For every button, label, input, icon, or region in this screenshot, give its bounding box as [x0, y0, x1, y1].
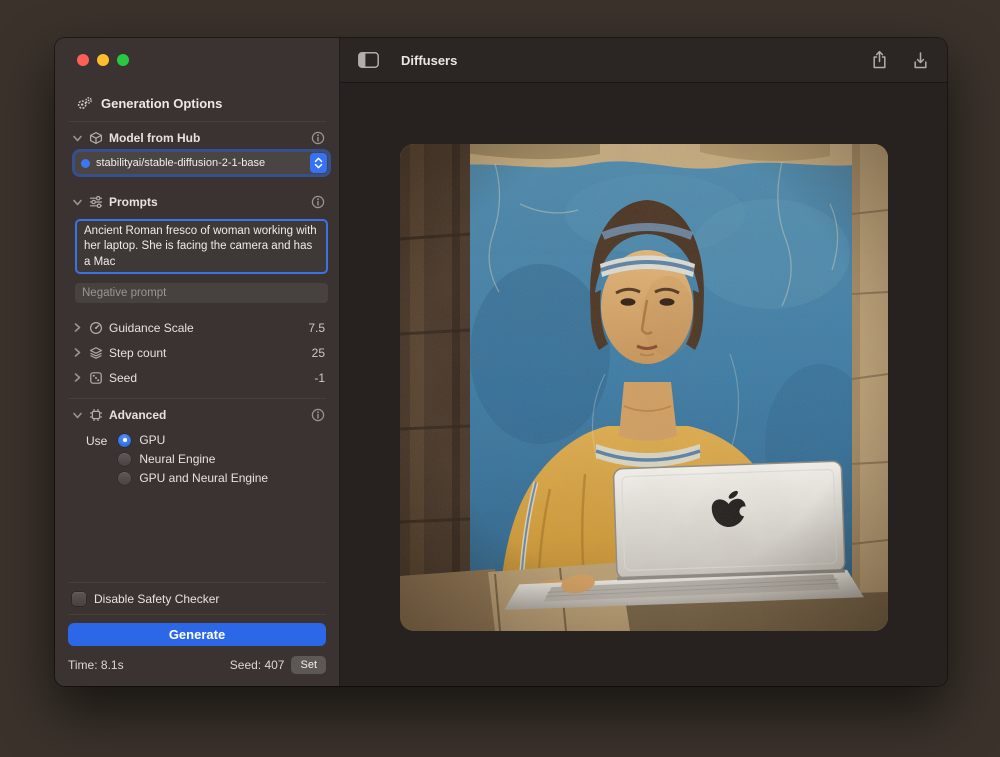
- radio-gpu-label: GPU: [139, 433, 165, 447]
- window-title: Diffusers: [401, 53, 457, 68]
- image-canvas: [340, 83, 947, 686]
- chevron-down-icon: [72, 197, 83, 208]
- prompts-section-row[interactable]: Prompts: [72, 193, 325, 211]
- radio-gpu-and-neural-engine-label: GPU and Neural Engine: [139, 471, 268, 485]
- info-icon[interactable]: [311, 408, 325, 422]
- diffusers-window: Generation Options Model from Hub stabil…: [55, 38, 947, 686]
- info-icon[interactable]: [311, 131, 325, 145]
- download-icon[interactable]: [912, 50, 929, 70]
- cube-icon: [89, 131, 103, 145]
- sidebar: Generation Options Model from Hub stabil…: [55, 38, 340, 686]
- chevron-right-icon: [72, 347, 83, 358]
- seed-value: -1: [314, 371, 325, 385]
- disable-safety-checker-label: Disable Safety Checker: [94, 592, 219, 606]
- titlebar: Diffusers: [340, 38, 947, 83]
- window-controls: [55, 38, 339, 66]
- generated-image: [400, 144, 888, 631]
- fresco-illustration: [400, 144, 888, 631]
- seed-label: Seed: [109, 371, 137, 385]
- main-area: Diffusers: [340, 38, 947, 686]
- status-bar: Time: 8.1s Seed: 407 Set: [68, 656, 326, 674]
- gauge-icon: [89, 321, 103, 335]
- chevron-down-icon: [72, 133, 83, 144]
- generation-options-title: Generation Options: [101, 96, 222, 111]
- checkbox-icon[interactable]: [72, 592, 86, 606]
- info-icon[interactable]: [311, 195, 325, 209]
- stepper-chevrons-icon: [310, 153, 327, 173]
- set-seed-button[interactable]: Set: [291, 656, 326, 674]
- radio-unselected-icon: [118, 453, 131, 466]
- model-select[interactable]: stabilityai/stable-diffusion-2-1-base: [75, 152, 328, 174]
- advanced-section-row[interactable]: Advanced: [72, 406, 325, 424]
- disable-safety-checker-row[interactable]: Disable Safety Checker: [72, 592, 325, 606]
- step-count-label: Step count: [109, 346, 166, 360]
- guidance-scale-label: Guidance Scale: [109, 321, 194, 335]
- prompts-section-label: Prompts: [109, 195, 158, 209]
- minimize-button[interactable]: [97, 54, 109, 66]
- negative-prompt-input[interactable]: [75, 283, 328, 303]
- close-button[interactable]: [77, 54, 89, 66]
- sliders-icon: [89, 195, 103, 209]
- radio-unselected-icon: [118, 472, 131, 485]
- compute-unit-group: Use GPU Neural Engine GPU and Neural Eng…: [86, 433, 325, 485]
- time-status: Time: 8.1s: [68, 658, 124, 672]
- seed-row[interactable]: Seed -1: [72, 365, 325, 390]
- separator: [68, 398, 326, 399]
- chevron-down-icon: [72, 410, 83, 421]
- model-section-label: Model from Hub: [109, 131, 200, 145]
- chevron-right-icon: [72, 322, 83, 333]
- prompt-input[interactable]: Ancient Roman fresco of woman working wi…: [75, 219, 328, 274]
- die-icon: [89, 371, 103, 385]
- step-count-value: 25: [312, 346, 325, 360]
- separator: [68, 614, 326, 615]
- generate-button[interactable]: Generate: [68, 623, 326, 646]
- share-icon[interactable]: [871, 50, 888, 70]
- use-label: Use: [86, 433, 107, 485]
- step-count-row[interactable]: Step count 25: [72, 340, 325, 365]
- radio-selected-icon: [118, 434, 131, 447]
- separator: [68, 121, 326, 122]
- separator: [68, 582, 326, 583]
- sidebar-toggle-icon[interactable]: [358, 52, 379, 68]
- guidance-scale-value: 7.5: [308, 321, 325, 335]
- advanced-section-label: Advanced: [109, 408, 166, 422]
- model-section-row[interactable]: Model from Hub: [72, 129, 325, 147]
- guidance-scale-row[interactable]: Guidance Scale 7.5: [72, 315, 325, 340]
- model-select-value: stabilityai/stable-diffusion-2-1-base: [96, 157, 304, 169]
- model-dot-icon: [81, 159, 90, 168]
- radio-neural-engine[interactable]: Neural Engine: [118, 452, 268, 466]
- zoom-button[interactable]: [117, 54, 129, 66]
- radio-gpu-and-neural-engine[interactable]: GPU and Neural Engine: [118, 471, 268, 485]
- radio-neural-engine-label: Neural Engine: [139, 452, 215, 466]
- gears-icon: [76, 96, 93, 111]
- generation-options-header: Generation Options: [76, 96, 325, 111]
- chip-icon: [89, 408, 103, 422]
- chevron-right-icon: [72, 372, 83, 383]
- seed-status: Seed: 407: [230, 658, 285, 672]
- radio-gpu[interactable]: GPU: [118, 433, 268, 447]
- layers-icon: [89, 346, 103, 360]
